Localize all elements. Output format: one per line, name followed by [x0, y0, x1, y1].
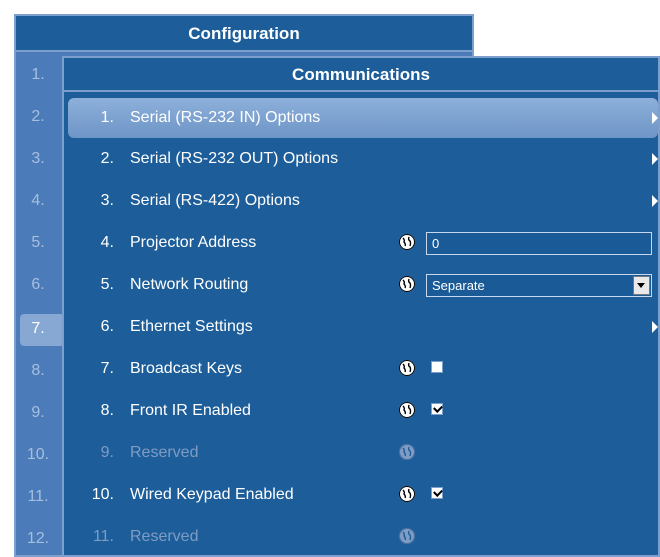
menu-row-serial-rs422[interactable]: 3. Serial (RS-422) Options [64, 181, 658, 221]
globe-icon [399, 360, 415, 376]
globe-icon [399, 276, 415, 292]
menu-row-projector-address[interactable]: 4. Projector Address 0 [64, 223, 658, 263]
row-number: 3. [100, 192, 114, 209]
globe-icon [399, 486, 415, 502]
row-label: Serial (RS-422) Options [130, 192, 300, 209]
network-routing-select[interactable]: Separate [426, 274, 652, 297]
chevron-right-icon [652, 153, 658, 165]
row-number: 1. [100, 109, 114, 126]
row-number: 2. [100, 150, 114, 167]
row-label: Ethernet Settings [130, 318, 253, 335]
config-row-number[interactable]: 3. [16, 150, 60, 168]
row-label: Front IR Enabled [130, 402, 251, 419]
menu-row-network-routing[interactable]: 5. Network Routing Separate [64, 265, 658, 305]
row-number: 11. [92, 528, 114, 545]
menu-row-serial-rs232-in[interactable]: 1. Serial (RS-232 IN) Options [68, 98, 658, 138]
front-ir-enabled-checkbox[interactable] [431, 403, 443, 415]
menu-row-serial-rs232-out[interactable]: 2. Serial (RS-232 OUT) Options [64, 139, 658, 179]
select-value: Separate [432, 278, 485, 293]
checkmark-icon [433, 487, 443, 497]
row-number: 9. [100, 444, 114, 461]
row-label: Serial (RS-232 IN) Options [130, 109, 321, 126]
menu-row-reserved-11: 11. Reserved [64, 517, 658, 557]
globe-icon [399, 402, 415, 418]
row-label: Reserved [130, 528, 199, 545]
menu-row-wired-keypad-enabled[interactable]: 10. Wired Keypad Enabled [64, 475, 658, 515]
row-label: Serial (RS-232 OUT) Options [130, 150, 339, 167]
row-label: Projector Address [130, 234, 257, 251]
menu-row-broadcast-keys[interactable]: 7. Broadcast Keys [64, 349, 658, 389]
chevron-down-icon[interactable] [633, 276, 650, 295]
config-row-number[interactable]: 7. [16, 320, 60, 338]
configuration-title: Configuration [16, 16, 472, 52]
config-row-number[interactable]: 5. [16, 234, 60, 252]
wired-keypad-enabled-checkbox[interactable] [431, 487, 443, 499]
menu-row-front-ir-enabled[interactable]: 8. Front IR Enabled [64, 391, 658, 431]
row-number: 6. [100, 318, 114, 335]
config-row-number[interactable]: 4. [16, 192, 60, 210]
config-row-number[interactable]: 11. [16, 488, 60, 506]
config-row-number[interactable]: 10. [16, 446, 60, 464]
projector-address-input[interactable]: 0 [426, 232, 652, 255]
broadcast-keys-checkbox[interactable] [431, 361, 443, 373]
communications-title: Communications [64, 58, 658, 92]
row-number: 4. [100, 234, 114, 251]
menu-row-reserved-9: 9. Reserved [64, 433, 658, 473]
row-label: Network Routing [130, 276, 249, 293]
chevron-right-icon [652, 195, 658, 207]
config-row-number[interactable]: 8. [16, 362, 60, 380]
globe-icon [399, 528, 415, 544]
globe-icon [399, 444, 415, 460]
row-number: 10. [91, 486, 114, 503]
config-row-number[interactable]: 1. [16, 66, 60, 84]
row-label: Wired Keypad Enabled [130, 486, 294, 503]
communications-panel: Communications 1. Serial (RS-232 IN) Opt… [62, 56, 660, 557]
config-row-number[interactable]: 2. [16, 108, 60, 126]
checkmark-icon [433, 403, 443, 413]
chevron-right-icon [652, 321, 658, 333]
row-label: Reserved [130, 444, 199, 461]
menu-row-ethernet-settings[interactable]: 6. Ethernet Settings [64, 307, 658, 347]
row-number: 5. [100, 276, 114, 293]
row-label: Broadcast Keys [130, 360, 243, 377]
chevron-right-icon [652, 112, 658, 124]
row-number: 7. [100, 360, 114, 377]
globe-icon [399, 234, 415, 250]
row-number: 8. [100, 402, 114, 419]
config-row-number[interactable]: 6. [16, 276, 60, 294]
config-row-number[interactable]: 12. [16, 530, 60, 548]
config-row-number[interactable]: 9. [16, 404, 60, 422]
